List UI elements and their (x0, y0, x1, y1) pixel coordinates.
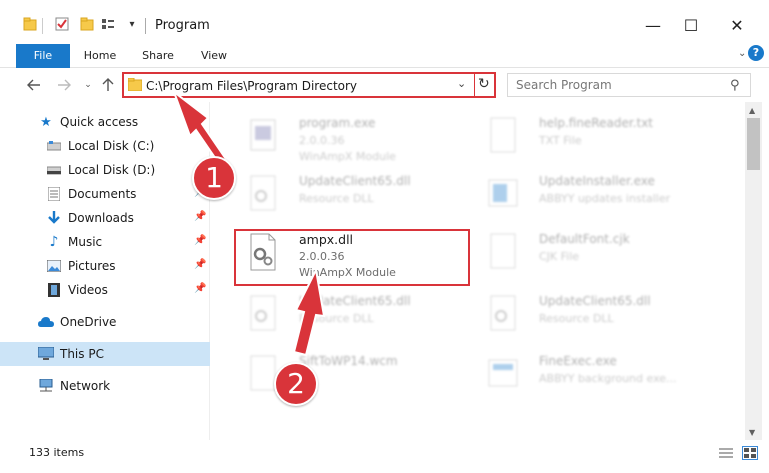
arrow-2 (292, 266, 326, 357)
annotation-overlay (171, 89, 326, 357)
step-2-badge: 2 (274, 362, 318, 406)
step-1-badge: 1 (192, 156, 236, 200)
